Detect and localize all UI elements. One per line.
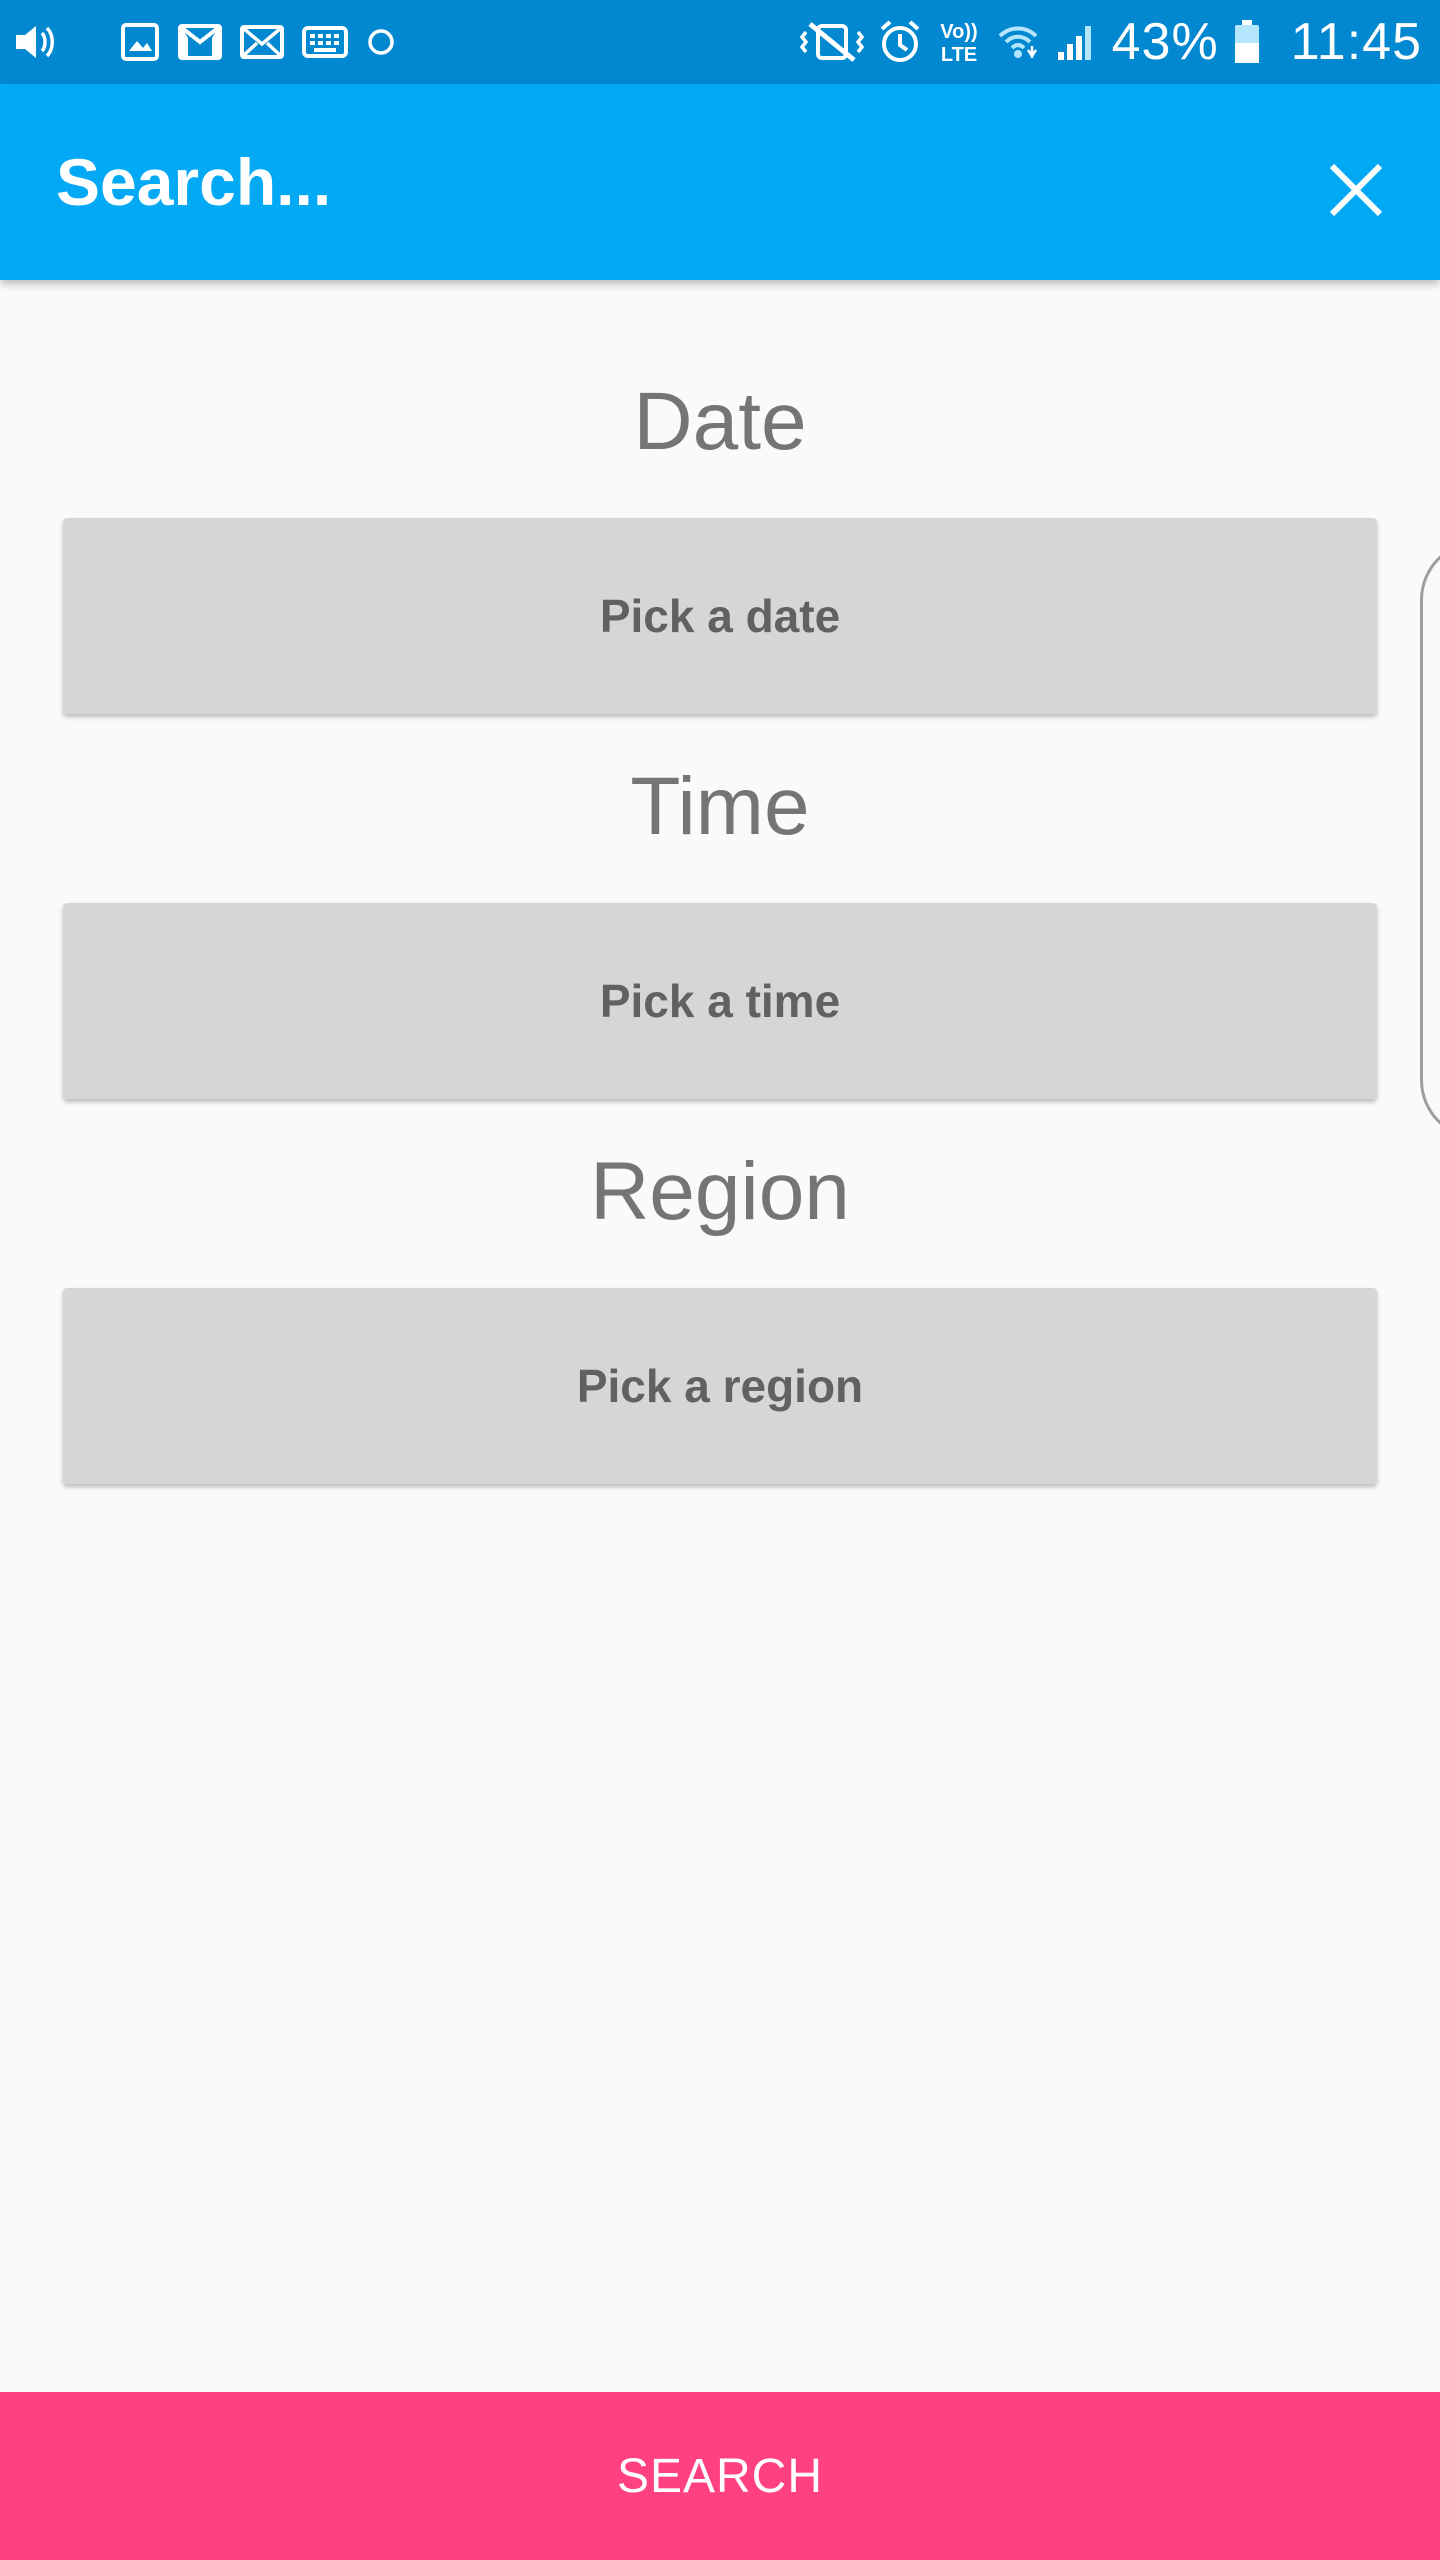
region-label: Region [590, 1146, 850, 1237]
vibrate-icon [799, 14, 864, 70]
email-icon [240, 14, 284, 70]
search-button[interactable]: SEARCH [0, 2392, 1440, 2560]
gmail-icon [178, 14, 222, 70]
pick-date-button[interactable]: Pick a date [63, 518, 1377, 714]
gallery-icon [120, 14, 160, 70]
wifi-icon [996, 14, 1040, 70]
keyboard-icon [302, 14, 348, 70]
app-bar: Search... [0, 84, 1440, 280]
alarm-icon [878, 14, 922, 70]
pick-time-button[interactable]: Pick a time [63, 903, 1377, 1099]
svg-text:LTE: LTE [940, 44, 976, 66]
status-bar: Vo)) LTE 43% 11:45 [0, 0, 1440, 84]
volume-icon [14, 14, 58, 70]
close-icon [1329, 163, 1383, 217]
status-bar-left [14, 14, 414, 70]
battery-percent: 43% [1111, 13, 1219, 71]
battery-icon [1233, 14, 1261, 70]
date-label: Date [633, 376, 807, 467]
status-bar-right: Vo)) LTE 43% 11:45 [799, 8, 1422, 76]
svg-text:Vo)): Vo)) [940, 21, 977, 43]
volte-icon: Vo)) LTE [936, 14, 982, 70]
page-title: Search... [56, 145, 332, 219]
signal-icon [1054, 14, 1098, 70]
close-button[interactable] [1306, 140, 1406, 240]
pick-region-button[interactable]: Pick a region [63, 1288, 1377, 1484]
clock-time: 11:45 [1290, 13, 1422, 71]
time-label: Time [630, 761, 810, 852]
circle-icon [366, 14, 396, 70]
